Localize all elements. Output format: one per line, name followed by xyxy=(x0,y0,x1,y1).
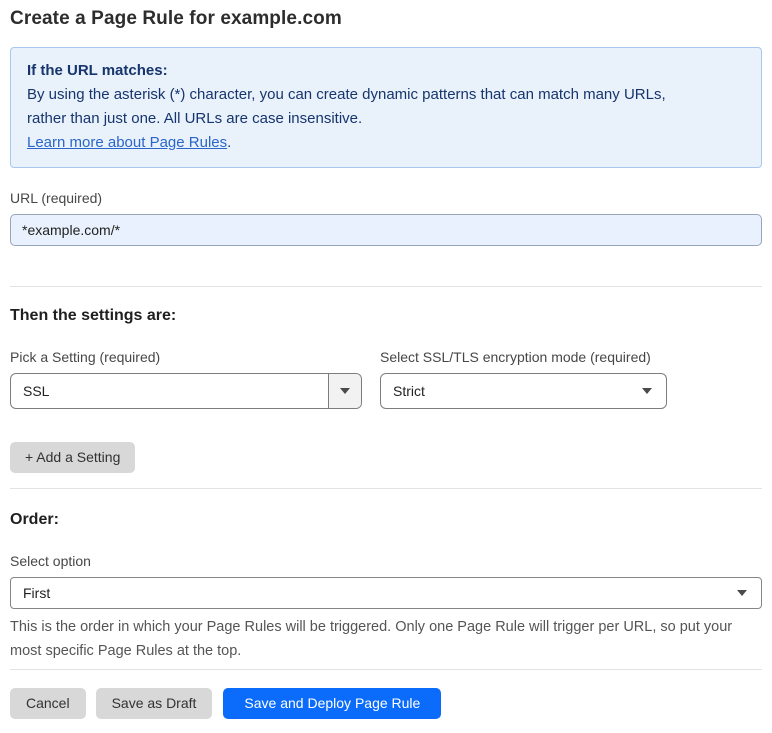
learn-more-link[interactable]: Learn more about Page Rules xyxy=(27,134,227,151)
encryption-mode-label: Select SSL/TLS encryption mode (required… xyxy=(380,349,651,365)
chevron-down-icon xyxy=(642,388,652,394)
section-divider xyxy=(10,286,762,287)
encryption-mode-value: Strict xyxy=(393,383,425,399)
url-input[interactable] xyxy=(10,214,762,246)
save-as-draft-button[interactable]: Save as Draft xyxy=(95,688,213,719)
order-select[interactable]: First xyxy=(10,577,762,609)
save-and-deploy-button[interactable]: Save and Deploy Page Rule xyxy=(223,688,442,719)
page-title: Create a Page Rule for example.com xyxy=(10,8,342,29)
footer-buttons: Cancel Save as Draft Save and Deploy Pag… xyxy=(10,688,762,719)
encryption-mode-column: Select SSL/TLS encryption mode (required… xyxy=(380,349,667,409)
order-help-text: This is the order in which your Page Rul… xyxy=(10,619,733,659)
pick-setting-column: Pick a Setting (required) SSL xyxy=(10,349,362,409)
chevron-down-icon xyxy=(737,590,747,596)
url-field-label: URL (required) xyxy=(10,190,103,206)
order-select-label: Select option xyxy=(10,553,91,569)
page-rule-form: Create a Page Rule for example.com If th… xyxy=(0,0,772,733)
info-box-body: By using the asterisk (*) character, you… xyxy=(27,86,666,127)
pick-setting-value: SSL xyxy=(23,383,50,399)
pick-setting-arrow-box[interactable] xyxy=(328,374,361,408)
add-setting-button[interactable]: + Add a Setting xyxy=(10,442,136,473)
cancel-button[interactable]: Cancel xyxy=(10,688,86,719)
order-section-heading: Order: xyxy=(10,511,59,528)
info-box-link-line: Learn more about Page Rules. xyxy=(27,131,745,155)
section-divider xyxy=(10,488,762,489)
url-match-info-box: If the URL matches: By using the asteris… xyxy=(10,47,762,168)
pick-setting-label: Pick a Setting (required) xyxy=(10,349,161,365)
footer-divider xyxy=(10,669,762,670)
info-box-heading: If the URL matches: xyxy=(27,62,168,79)
pick-setting-select[interactable]: SSL xyxy=(10,373,362,409)
link-suffix: . xyxy=(227,134,232,151)
encryption-mode-select[interactable]: Strict xyxy=(380,373,667,409)
order-select-value: First xyxy=(23,585,51,601)
settings-row: Pick a Setting (required) SSL Select SSL… xyxy=(10,349,762,409)
settings-section-heading: Then the settings are: xyxy=(10,307,177,324)
chevron-down-icon xyxy=(340,388,350,394)
